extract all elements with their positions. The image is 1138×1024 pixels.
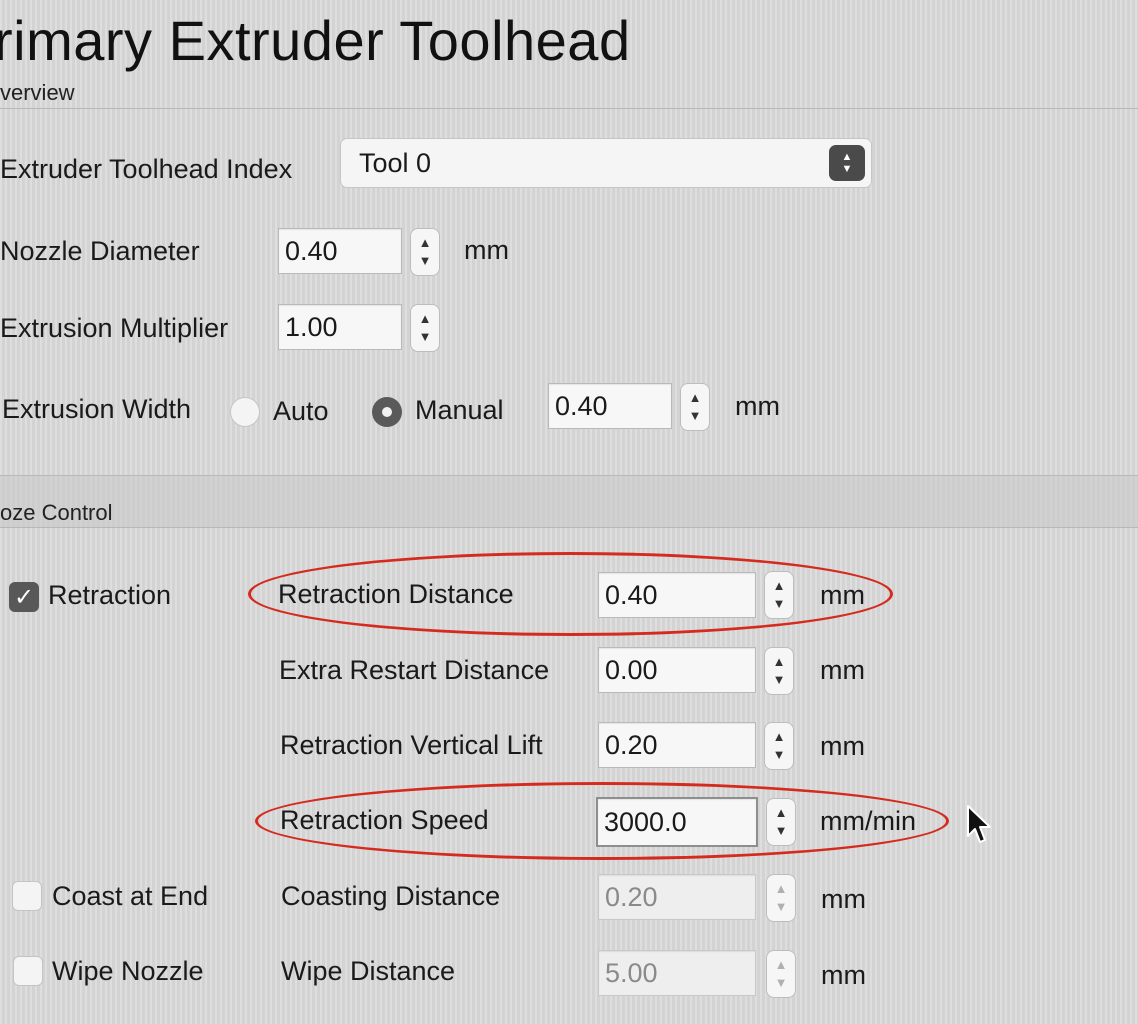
annotation-ellipse-distance (248, 552, 893, 636)
arrow-cursor-icon (967, 805, 991, 843)
nozzle-diameter-label: Nozzle Diameter (0, 236, 200, 266)
vertical-lift-unit: mm (820, 731, 865, 761)
chevron-up-icon[interactable]: ▲ (689, 389, 702, 407)
wipe-label[interactable]: Wipe Nozzle (52, 956, 204, 987)
coasting-distance-unit: mm (821, 884, 866, 914)
extrusion-width-field[interactable]: 0.40 (548, 383, 672, 429)
wipe-distance-unit: mm (821, 960, 866, 990)
chevron-down-icon[interactable]: ▼ (773, 746, 786, 764)
retraction-checkbox[interactable]: ✓ (9, 582, 39, 612)
radio-auto-label[interactable]: Auto (273, 396, 329, 427)
window-title: rimary Extruder Toolhead (0, 9, 631, 72)
section-overview-label: verview (0, 80, 75, 105)
section-ooze-label: oze Control (0, 500, 113, 525)
check-icon: ✓ (13, 583, 35, 611)
extrusion-multiplier-stepper[interactable]: ▲ ▼ (410, 304, 440, 352)
chevron-down-icon[interactable]: ▼ (775, 974, 788, 992)
extra-restart-label: Extra Restart Distance (279, 655, 550, 685)
toolhead-index-label: Extruder Toolhead Index (0, 154, 293, 184)
nozzle-diameter-unit: mm (464, 235, 509, 265)
select-arrows-icon[interactable]: ▲ ▼ (829, 145, 865, 181)
ooze-control-header (0, 475, 1138, 527)
chevron-up-icon[interactable]: ▲ (775, 880, 788, 898)
nozzle-diameter-stepper[interactable]: ▲ ▼ (410, 228, 440, 276)
ooze-divider-bottom (0, 527, 1138, 528)
chevron-up-icon[interactable]: ▲ (773, 728, 786, 746)
chevron-up-icon[interactable]: ▲ (419, 234, 432, 252)
extrusion-width-stepper[interactable]: ▲ ▼ (680, 383, 710, 431)
chevron-down-icon[interactable]: ▼ (773, 671, 786, 689)
vertical-lift-stepper[interactable]: ▲ ▼ (764, 722, 794, 770)
coasting-distance-field[interactable]: 0.20 (598, 874, 756, 920)
chevron-down-icon[interactable]: ▼ (419, 328, 432, 346)
extrusion-width-label: Extrusion Width (2, 394, 192, 424)
coasting-distance-stepper[interactable]: ▲ ▼ (766, 874, 796, 922)
chevron-down-icon[interactable]: ▼ (419, 252, 432, 270)
wipe-distance-field[interactable]: 5.00 (598, 950, 756, 996)
chevron-up-icon[interactable]: ▲ (773, 653, 786, 671)
vertical-lift-label: Retraction Vertical Lift (280, 730, 543, 760)
toolhead-index-select[interactable]: Tool 0 ▲ ▼ (340, 138, 872, 188)
extrusion-multiplier-label: Extrusion Multiplier (0, 313, 229, 343)
chevron-down-icon[interactable]: ▼ (689, 407, 702, 425)
chevron-up-icon[interactable]: ▲ (419, 310, 432, 328)
radio-manual[interactable] (372, 397, 402, 427)
toolhead-index-value: Tool 0 (359, 147, 432, 178)
chevron-down-icon[interactable]: ▼ (775, 898, 788, 916)
nozzle-diameter-field[interactable]: 0.40 (278, 228, 402, 274)
chevron-up-icon[interactable]: ▲ (775, 956, 788, 974)
extra-restart-field[interactable]: 0.00 (598, 647, 756, 693)
extrusion-multiplier-field[interactable]: 1.00 (278, 304, 402, 350)
retraction-label[interactable]: Retraction (48, 580, 171, 611)
coast-label[interactable]: Coast at End (52, 881, 208, 912)
wipe-distance-stepper[interactable]: ▲ ▼ (766, 950, 796, 998)
overview-divider (0, 108, 1138, 109)
ooze-divider-top (0, 475, 1138, 476)
wipe-distance-label: Wipe Distance (281, 956, 456, 986)
extrusion-width-unit: mm (735, 391, 780, 421)
coasting-distance-label: Coasting Distance (281, 881, 501, 911)
annotation-ellipse-speed (255, 782, 949, 860)
radio-manual-label[interactable]: Manual (415, 395, 504, 426)
coast-checkbox[interactable] (12, 881, 42, 911)
vertical-lift-field[interactable]: 0.20 (598, 722, 756, 768)
extra-restart-stepper[interactable]: ▲ ▼ (764, 647, 794, 695)
wipe-checkbox[interactable] (13, 956, 43, 986)
radio-auto[interactable] (230, 397, 260, 427)
extra-restart-unit: mm (820, 655, 865, 685)
